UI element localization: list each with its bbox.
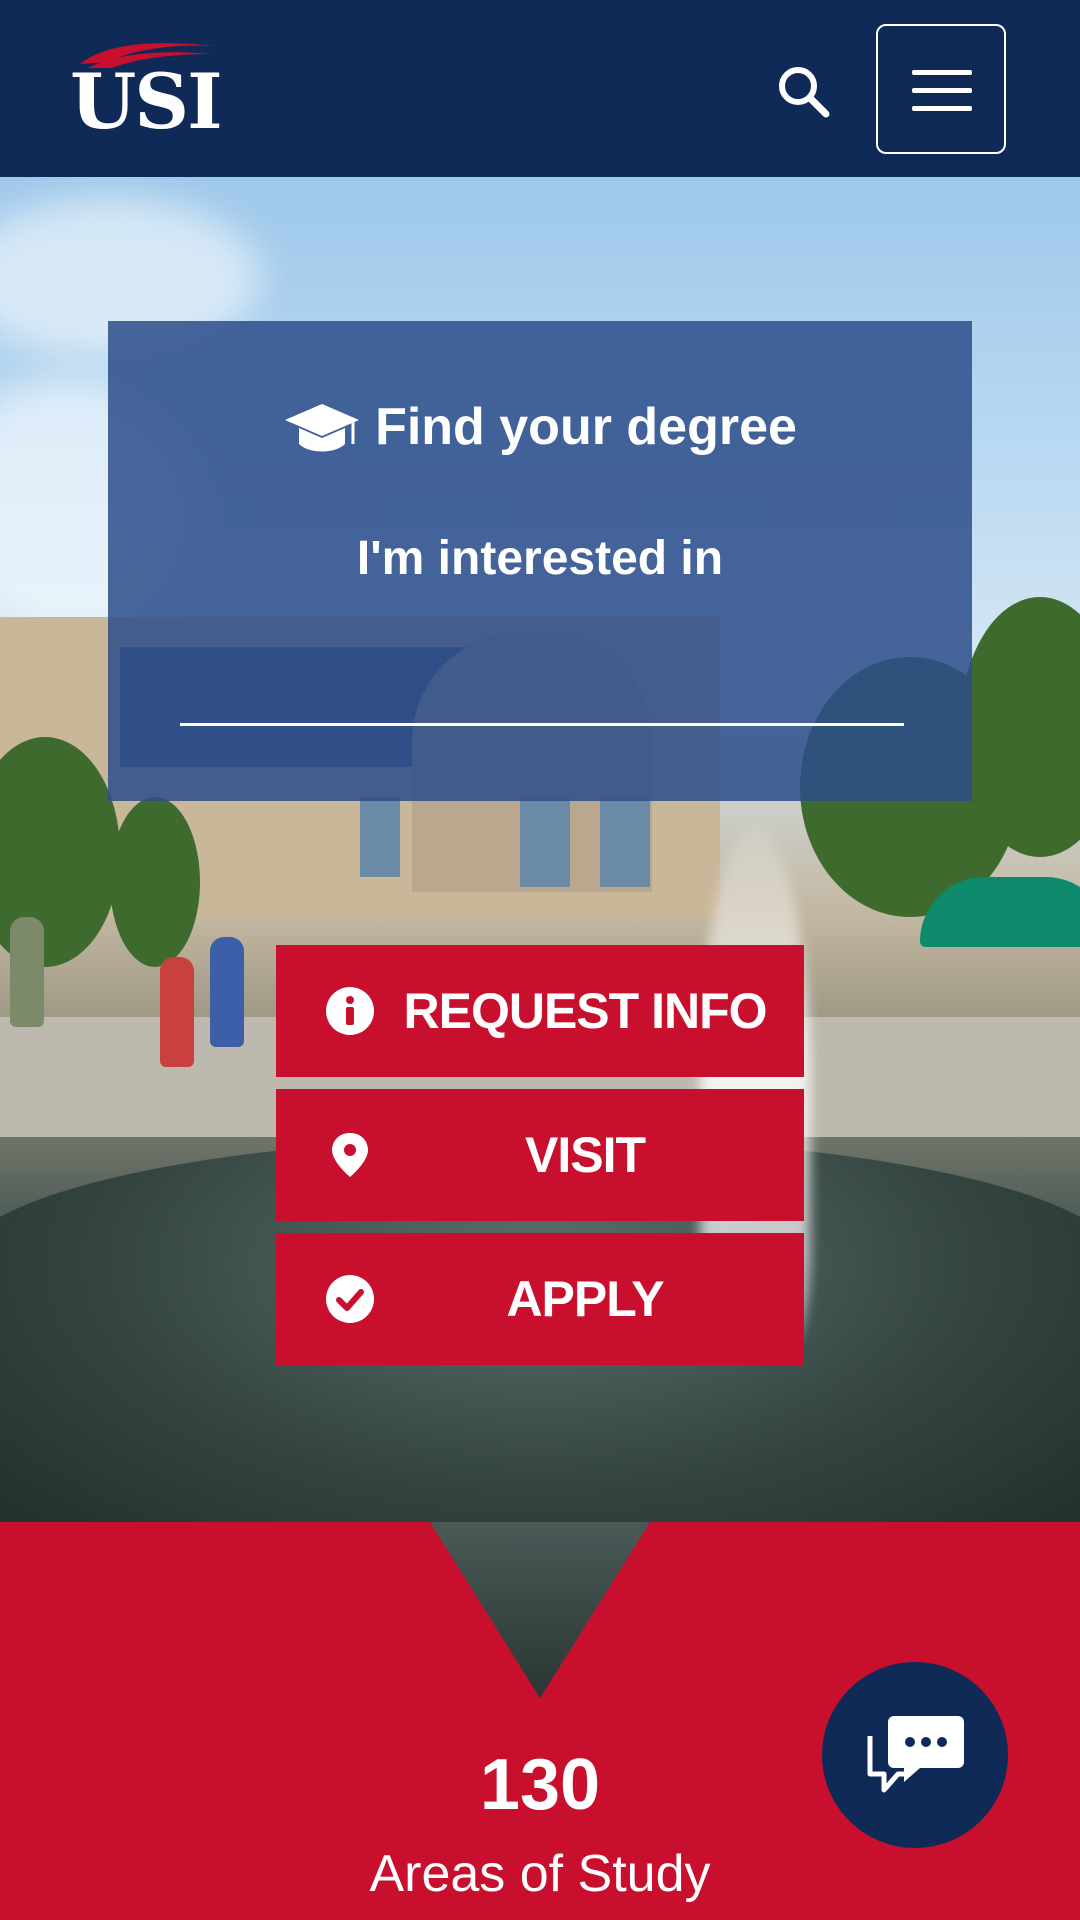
request-info-button[interactable]: REQUEST INFO — [276, 945, 804, 1077]
person — [160, 957, 194, 1067]
visit-label: VISIT — [524, 1127, 646, 1183]
window — [520, 797, 570, 887]
site-header: USI — [0, 0, 1080, 177]
apply-button[interactable]: APPLY — [276, 1233, 804, 1365]
request-info-label: REQUEST INFO — [403, 983, 767, 1039]
find-degree-title: Find your degree — [375, 398, 797, 456]
chat-bubbles-icon — [867, 1716, 964, 1793]
usi-logo[interactable]: USI — [70, 38, 223, 146]
logo-text: USI — [70, 57, 223, 146]
interest-label: I'm interested in — [356, 532, 724, 585]
window — [360, 797, 400, 877]
find-degree-heading: Find your degree — [108, 397, 972, 458]
person — [210, 937, 244, 1047]
person — [10, 917, 44, 1027]
hamburger-menu-icon — [912, 106, 972, 111]
map-pin-icon — [332, 1133, 368, 1177]
hamburger-menu-icon — [912, 88, 972, 93]
graduation-cap-icon — [285, 404, 360, 452]
apply-label: APPLY — [506, 1271, 664, 1327]
visit-button[interactable]: VISIT — [276, 1089, 804, 1221]
chat-button[interactable] — [822, 1662, 1008, 1848]
search-icon — [779, 67, 830, 118]
degree-interest-input[interactable] — [180, 651, 904, 726]
tree — [110, 797, 200, 967]
window — [600, 797, 650, 887]
check-circle-icon — [326, 1275, 374, 1323]
stat-label: Areas of Study — [369, 1845, 711, 1903]
stats-notch — [0, 1519, 1080, 1523]
info-circle-icon — [326, 987, 374, 1035]
search-button[interactable] — [776, 64, 832, 120]
find-degree-panel: Find your degree I'm interested in — [108, 321, 972, 801]
menu-button[interactable] — [876, 24, 1006, 154]
hamburger-menu-icon — [912, 70, 972, 75]
